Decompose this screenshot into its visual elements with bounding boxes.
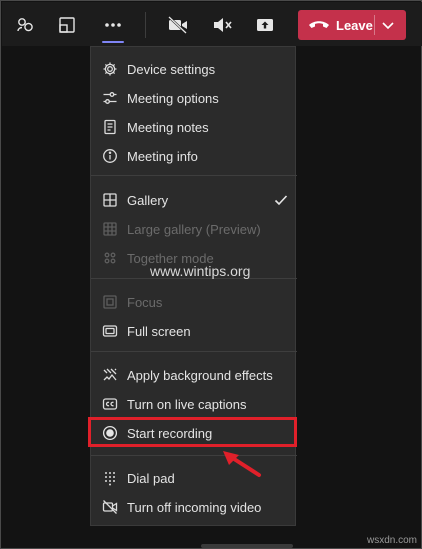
menu-item-start-recording[interactable]: Start recording <box>91 419 297 447</box>
more-actions-button[interactable] <box>98 10 128 40</box>
menu-divider <box>91 175 297 176</box>
camera-button[interactable] <box>163 10 193 40</box>
menu-item-device-settings[interactable]: Device settings <box>91 55 297 83</box>
notes-icon <box>101 118 119 136</box>
leave-divider <box>374 15 375 35</box>
menu-item-label: Large gallery (Preview) <box>127 221 261 237</box>
dialpad-icon <box>101 469 119 487</box>
menu-item-gallery[interactable]: Gallery <box>91 186 297 214</box>
menu-divider <box>91 455 297 456</box>
menu-item-label: Meeting options <box>127 90 219 106</box>
more-icon <box>103 15 123 35</box>
large-gallery-icon <box>101 220 119 238</box>
leave-button[interactable]: Leave <box>298 10 406 40</box>
menu-item-large-gallery: Large gallery (Preview) <box>91 215 297 243</box>
info-icon <box>101 147 119 165</box>
menu-item-turn-off-incoming-video[interactable]: Turn off incoming video <box>91 493 297 521</box>
checkmark-icon <box>273 192 289 208</box>
menu-item-label: Device settings <box>127 61 216 77</box>
toolbar-divider <box>145 12 146 38</box>
people-icon <box>15 15 35 35</box>
gallery-icon <box>101 191 119 209</box>
menu-item-label: Apply background effects <box>127 367 273 383</box>
menu-item-focus: Focus <box>91 288 297 316</box>
menu-item-label: Focus <box>127 294 163 310</box>
bottom-scroll-indicator <box>201 544 293 548</box>
focus-icon <box>101 293 119 311</box>
share-tray-icon <box>57 15 77 35</box>
menu-item-meeting-info[interactable]: Meeting info <box>91 142 297 170</box>
sliders-icon <box>101 89 119 107</box>
chevron-down-icon[interactable] <box>380 17 396 33</box>
menu-item-meeting-notes[interactable]: Meeting notes <box>91 113 297 141</box>
menu-item-label: Turn off incoming video <box>127 499 262 515</box>
menu-item-live-captions[interactable]: Turn on live captions <box>91 390 297 418</box>
share-screen-button[interactable] <box>250 10 280 40</box>
captions-icon <box>101 395 119 413</box>
menu-item-label: Turn on live captions <box>127 396 247 412</box>
annotation-arrow-icon <box>223 451 261 477</box>
menu-item-full-screen[interactable]: Full screen <box>91 317 297 345</box>
mic-muted-icon <box>211 15 233 35</box>
more-active-indicator <box>102 41 124 43</box>
together-mode-icon <box>101 249 119 267</box>
video-off-icon <box>101 498 119 516</box>
camera-off-icon <box>167 15 189 35</box>
menu-item-meeting-options[interactable]: Meeting options <box>91 84 297 112</box>
menu-item-label: Meeting info <box>127 148 198 164</box>
share-screen-icon <box>255 15 275 35</box>
meeting-window: Leave Device settings Meeting options Me… <box>0 0 422 549</box>
hang-up-icon <box>308 18 330 32</box>
menu-item-label: Dial pad <box>127 470 175 486</box>
menu-item-label: Meeting notes <box>127 119 209 135</box>
watermark-footer: wsxdn.com <box>366 535 417 546</box>
background-effects-icon <box>101 366 119 384</box>
watermark: www.wintips.org <box>150 263 251 279</box>
gear-icon <box>101 60 119 78</box>
fullscreen-icon <box>101 322 119 340</box>
record-icon <box>101 424 119 442</box>
menu-item-label: Gallery <box>127 192 169 208</box>
menu-item-background-effects[interactable]: Apply background effects <box>91 361 297 389</box>
meeting-toolbar: Leave <box>2 2 422 46</box>
menu-divider <box>91 351 297 352</box>
share-tray-button[interactable] <box>52 10 82 40</box>
leave-label: Leave <box>336 17 373 33</box>
menu-item-label: Full screen <box>127 323 191 339</box>
mic-button[interactable] <box>207 10 237 40</box>
people-button[interactable] <box>10 10 40 40</box>
menu-item-dial-pad[interactable]: Dial pad <box>91 464 297 492</box>
more-actions-menu: Device settings Meeting options Meeting … <box>90 46 297 526</box>
menu-item-label: Start recording <box>127 425 213 441</box>
